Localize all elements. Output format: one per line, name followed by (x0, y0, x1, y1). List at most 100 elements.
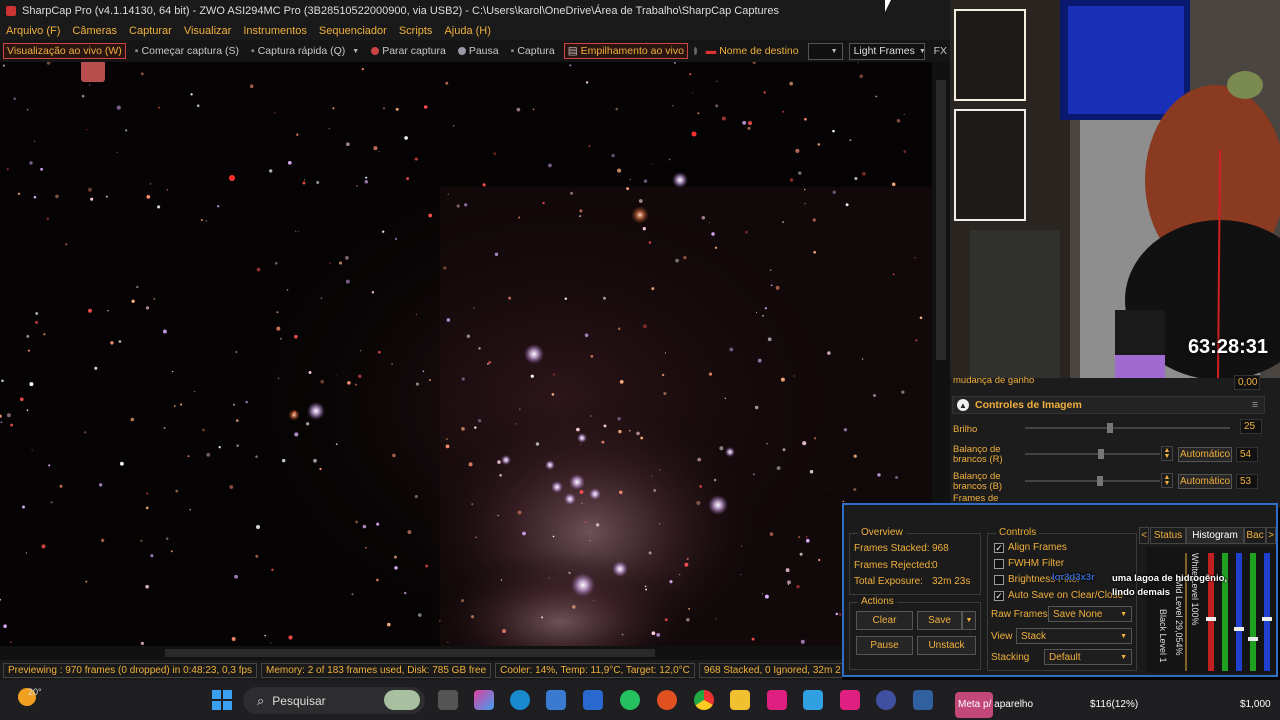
clear-button[interactable]: Clear (856, 611, 913, 630)
slider-knob[interactable] (1098, 449, 1104, 459)
image-preview[interactable] (0, 62, 932, 646)
view-dropdown[interactable]: Stack ▼ (1016, 628, 1132, 644)
menu-icon[interactable]: ≡ (1252, 399, 1258, 411)
menu-file[interactable]: Arquivo (F) (6, 25, 60, 37)
tab-scroll-left[interactable]: < (1139, 527, 1149, 544)
search-highlight-icon[interactable] (384, 690, 420, 710)
tab-histogram[interactable]: Histogram (1186, 527, 1244, 544)
menu-capture[interactable]: Capturar (129, 25, 172, 37)
chevron-down-icon: ▼ (918, 47, 926, 55)
menu-view[interactable]: Visualizar (184, 25, 232, 37)
pause-stack-button[interactable]: Pause (856, 636, 913, 655)
live-view-button[interactable]: Visualização ao vivo (W) (3, 43, 126, 59)
edge-icon[interactable] (510, 690, 530, 710)
menu-tools[interactable]: Instrumentos (243, 25, 307, 37)
live-stack-button[interactable]: ▤ Empilhamento ao vivo (563, 43, 688, 59)
app-blue-icon[interactable] (803, 690, 823, 710)
pause-button[interactable]: Pausa (455, 44, 502, 58)
unstack-button[interactable]: Unstack (917, 636, 976, 655)
auto-save-checkbox[interactable]: ✓ (994, 591, 1004, 601)
webcam-overlay: 63:28:31 (950, 0, 1280, 378)
scroll-thumb[interactable] (165, 649, 655, 657)
brightness-slider[interactable] (1025, 423, 1230, 433)
tab-scroll-right[interactable]: > (1266, 527, 1276, 544)
star (443, 266, 447, 270)
star (362, 524, 367, 529)
start-capture-button[interactable]: ▪ Começar captura (S) (132, 44, 242, 58)
wb-r-auto-button[interactable]: Automático (1178, 447, 1232, 462)
frame-type-dropdown[interactable]: Light Frames ▼ (848, 42, 926, 60)
raw-frames-dropdown[interactable]: Save None ▼ (1048, 606, 1132, 622)
star (828, 487, 830, 489)
star (552, 373, 556, 376)
chrome-icon[interactable] (694, 690, 714, 710)
scroll-thumb[interactable] (936, 80, 946, 360)
horizontal-scrollbar[interactable] (0, 646, 842, 660)
star (157, 205, 161, 209)
star (88, 308, 92, 313)
collapse-icon[interactable]: ▲ (957, 399, 969, 411)
app-pink-icon[interactable] (767, 690, 787, 710)
task-view-icon[interactable] (438, 690, 458, 710)
wb-b-spinner[interactable]: ▲ ▼ (1161, 473, 1173, 488)
telescope-app-icon[interactable] (876, 690, 896, 710)
save-options-button[interactable]: ▼ (962, 611, 976, 630)
save-button[interactable]: Save (917, 611, 962, 630)
wb-r-spinner[interactable]: ▲ ▼ (1161, 446, 1173, 461)
star (515, 423, 517, 425)
stack-status: 968 Stacked, 0 Ignored, 32m 2 (698, 662, 842, 678)
wb-r-value[interactable]: 54 (1236, 447, 1258, 462)
menu-bar: Arquivo (F) Câmeras Capturar Visualizar … (0, 22, 950, 40)
star (764, 307, 767, 310)
target-name-dropdown[interactable]: ▼ (807, 42, 843, 60)
star (895, 476, 899, 479)
star (146, 195, 151, 199)
origin-icon[interactable] (657, 690, 677, 710)
star (809, 470, 814, 474)
stop-capture-button[interactable]: Parar captura (368, 44, 449, 58)
capture-button[interactable]: ▪ Captura (508, 44, 558, 58)
star (287, 160, 292, 165)
menu-cameras[interactable]: Câmeras (72, 25, 117, 37)
align-frames-checkbox[interactable]: ✓ (994, 543, 1004, 553)
total-exposure-label: Total Exposure: (854, 576, 923, 587)
star (782, 221, 785, 224)
tab-background[interactable]: Bac (1244, 527, 1266, 544)
whatsapp-icon[interactable] (620, 690, 640, 710)
star (332, 107, 335, 110)
wb-b-value[interactable]: 53 (1236, 474, 1258, 489)
stacking-dropdown[interactable]: Default ▼ (1044, 649, 1132, 665)
star (294, 334, 298, 339)
image-controls-header[interactable]: ▲ Controles de Imagem ≡ (952, 396, 1265, 414)
wb-b-auto-button[interactable]: Automático (1178, 474, 1232, 489)
star (688, 608, 690, 610)
menu-sequencer[interactable]: Sequenciador (319, 25, 387, 37)
copilot-icon[interactable] (474, 690, 494, 710)
folder-icon[interactable] (730, 690, 750, 710)
fwhm-filter-checkbox[interactable] (994, 559, 1004, 569)
star (446, 318, 451, 322)
controls-title: Controls (996, 527, 1040, 538)
app-icon[interactable] (583, 690, 603, 710)
sharpcap-taskbar-icon[interactable] (913, 690, 933, 710)
star (180, 403, 183, 406)
brightness-value[interactable]: 25 (1240, 419, 1262, 434)
tab-status[interactable]: Status (1150, 527, 1186, 544)
star (422, 370, 425, 373)
star (382, 230, 385, 233)
app-pink-icon[interactable] (840, 690, 860, 710)
star (857, 62, 860, 64)
menu-scripts[interactable]: Scripts (399, 25, 433, 37)
wb-b-slider[interactable] (1025, 476, 1160, 486)
windows-start-icon[interactable] (212, 690, 232, 710)
slider-knob[interactable] (1107, 423, 1113, 433)
wb-r-slider[interactable] (1025, 449, 1160, 459)
quick-capture-button[interactable]: ▪ Captura rápida (Q) ▼ (248, 44, 362, 58)
gain-value[interactable]: 0,00 (1234, 375, 1260, 390)
fx-button[interactable]: FX (931, 44, 950, 58)
menu-help[interactable]: Ajuda (H) (444, 25, 490, 37)
star (466, 334, 471, 338)
slider-knob[interactable] (1097, 476, 1103, 486)
store-icon[interactable] (546, 690, 566, 710)
brightness-filter-checkbox[interactable] (994, 575, 1004, 585)
